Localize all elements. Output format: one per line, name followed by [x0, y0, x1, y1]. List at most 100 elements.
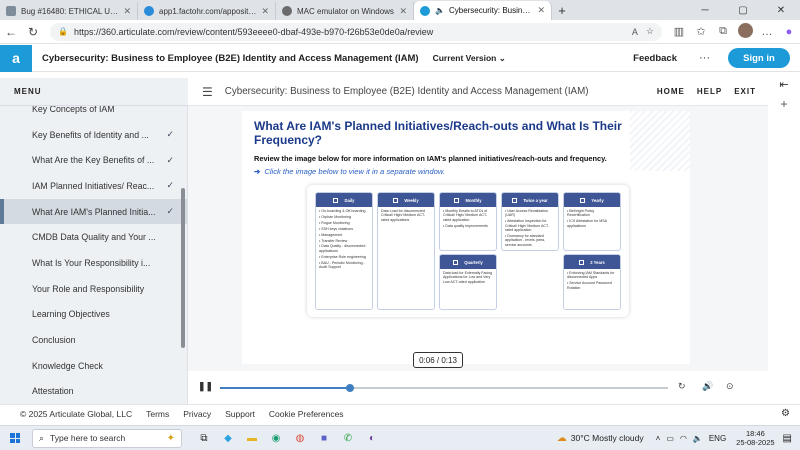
click-instruction: ➔ Click the image below to view it in a s… [254, 167, 445, 176]
current-version-dropdown[interactable]: Current Version ⌄ [433, 53, 506, 64]
copilot-app-icon[interactable]: ◆ [216, 433, 240, 444]
frequency-items: Monthly Emails to ATCs of Critical/ High… [440, 207, 496, 232]
close-tab-icon[interactable]: ✕ [261, 6, 269, 17]
split-screen-icon[interactable]: ▥ [668, 25, 690, 38]
wifi-icon[interactable]: ◠ [680, 434, 687, 443]
support-link[interactable]: Support [225, 409, 255, 419]
language-indicator[interactable]: ENG [709, 434, 726, 443]
menu-item-label: What Are IAM's Planned Initia... [32, 206, 156, 217]
terms-link[interactable]: Terms [146, 409, 169, 419]
more-options-button[interactable]: ··· [699, 52, 710, 64]
menu-item[interactable]: What Is Your Responsibility i... [0, 250, 187, 276]
weather-text: 30°C Mostly cloudy [570, 433, 644, 443]
minimize-icon[interactable]: ─ [686, 5, 724, 16]
edge-icon[interactable]: ◉ [264, 433, 288, 444]
browser-tab[interactable]: MAC emulator on Windows ✕ [276, 2, 414, 20]
home-button[interactable]: HOME [657, 87, 685, 96]
weather-cloud-icon: ☁ [556, 432, 567, 444]
menu-item[interactable]: What Are the Key Benefits of ... ✓ [0, 147, 187, 173]
browser-tab-active[interactable]: 🔈 Cybersecurity: Business to Em ✕ [414, 1, 552, 20]
taskbar-search[interactable]: ⌕ Type here to search ✦ [32, 428, 182, 448]
task-view-icon[interactable]: ⧉ [192, 433, 216, 444]
favorite-icon[interactable]: ☆ [646, 26, 654, 37]
back-icon[interactable]: ← [0, 25, 22, 39]
speaker-tray-icon[interactable]: 🔈 [693, 434, 703, 443]
frequency-title: Yearly [591, 197, 604, 203]
menu-item[interactable]: Conclusion [0, 327, 187, 353]
url-text: https://360.articulate.com/review/conten… [73, 26, 434, 37]
close-window-icon[interactable]: ✕ [762, 5, 800, 16]
maximize-icon[interactable]: ▢ [724, 5, 762, 16]
calendar-icon [393, 197, 399, 203]
whatsapp-icon[interactable]: ✆ [336, 433, 360, 444]
add-sidebar-icon[interactable]: + [768, 97, 800, 111]
network-icon[interactable]: ▭ [666, 434, 674, 443]
teams-icon[interactable]: ■ [312, 433, 336, 444]
address-bar[interactable]: 🔒 https://360.articulate.com/review/cont… [50, 22, 662, 41]
exit-button[interactable]: EXIT [734, 87, 756, 96]
favorites-icon[interactable]: ✩ [690, 25, 712, 38]
checkmark-icon: ✓ [166, 206, 174, 217]
frequency-items: Enforcing IAM Standards for disconnected… [564, 269, 620, 294]
frequency-column: Quarterly Data load for Externally Facing… [439, 254, 497, 310]
collections-icon[interactable]: ⧉ [712, 25, 734, 38]
copilot-icon[interactable]: ● [778, 26, 800, 38]
cookie-preferences-link[interactable]: Cookie Preferences [269, 409, 344, 419]
new-tab-button[interactable]: + [552, 2, 572, 20]
close-tab-icon[interactable]: ✕ [399, 6, 407, 17]
next-slide-icon[interactable]: ⊙ [726, 381, 734, 392]
notifications-icon[interactable]: ▤ [783, 433, 792, 444]
menu-item[interactable]: IAM Planned Initiatives/ Reac... ✓ [0, 173, 187, 199]
menu-scrollbar[interactable] [181, 188, 185, 348]
menu-dots-icon[interactable]: … [756, 26, 778, 38]
read-aloud-icon[interactable]: A [632, 27, 638, 37]
tab-favicon-icon [282, 6, 292, 16]
menu-item[interactable]: CMDB Data Quality and Your ... [0, 224, 187, 250]
volume-icon[interactable]: 🔊 [702, 381, 713, 392]
close-tab-icon[interactable]: ✕ [123, 6, 131, 17]
app-header: a Cybersecurity: Business to Employee (B… [0, 44, 800, 72]
hamburger-menu-icon[interactable]: ☰ [202, 85, 213, 99]
calendar-icon [453, 259, 459, 265]
menu-item[interactable]: Your Role and Responsibility [0, 276, 187, 302]
site-footer: © 2025 Articulate Global, LLC Terms Priv… [0, 404, 800, 422]
menu-item[interactable]: Knowledge Check [0, 353, 187, 379]
browser-tab[interactable]: Bug #16480: ETHICAL UI/UX DESI ✕ [0, 2, 138, 20]
menu-item[interactable]: Attestation [0, 379, 187, 404]
windows-start-icon[interactable] [10, 433, 20, 443]
frequency-infographic[interactable]: Daily On-boarding & Off-boarding Orphan Mo… [307, 185, 629, 317]
pause-icon[interactable]: ❚❚ [198, 381, 213, 392]
profile-avatar[interactable] [734, 22, 756, 41]
settings-gear-icon[interactable]: ⚙ [781, 408, 790, 419]
frequency-item: Monthly Emails to ATCs of Critical/ High… [443, 209, 493, 222]
sign-in-button[interactable]: Sign in [728, 48, 790, 68]
file-explorer-icon[interactable]: ▬ [240, 433, 264, 444]
tray-chevron-icon[interactable]: ˄ [656, 434, 661, 443]
close-tab-icon[interactable]: ✕ [537, 5, 545, 16]
menu-item-label: Learning Objectives [32, 309, 110, 320]
refresh-icon[interactable]: ↻ [22, 25, 44, 39]
seek-bar[interactable] [220, 383, 668, 392]
seek-handle[interactable] [345, 383, 354, 392]
chrome-icon[interactable]: ◍ [288, 433, 312, 444]
checkmark-icon: ✓ [166, 180, 174, 191]
app-icon[interactable]: ◐ [360, 433, 384, 444]
menu-list: Key Concepts of IAM Key Benefits of Ident… [0, 96, 187, 404]
browser-tab[interactable]: app1.factohr.com/apposite/Welco ✕ [138, 2, 276, 20]
speaker-icon[interactable]: 🔈 [435, 6, 445, 15]
replay-icon[interactable]: ↻ [678, 381, 686, 392]
articulate-logo[interactable]: a [0, 44, 32, 72]
frequency-column: Weekly Data Load for disconnected Critica… [377, 192, 435, 310]
menu-item[interactable]: Learning Objectives [0, 302, 187, 328]
taskbar-clock[interactable]: 18:46 25-08-2025 [736, 429, 774, 447]
weather-widget[interactable]: ☁ 30°C Mostly cloudy [557, 433, 644, 444]
collapse-sidebar-icon[interactable]: ⇤ [768, 78, 800, 91]
calendar-icon [580, 197, 586, 203]
tab-favicon-icon [420, 5, 430, 16]
help-button[interactable]: HELP [697, 87, 722, 96]
menu-item[interactable]: Key Benefits of Identity and ... ✓ [0, 122, 187, 148]
privacy-link[interactable]: Privacy [183, 409, 211, 419]
feedback-button[interactable]: Feedback [633, 53, 677, 64]
menu-item[interactable]: What Are IAM's Planned Initia... ✓ [0, 198, 187, 225]
frequency-column-header: Monthly [440, 193, 496, 207]
